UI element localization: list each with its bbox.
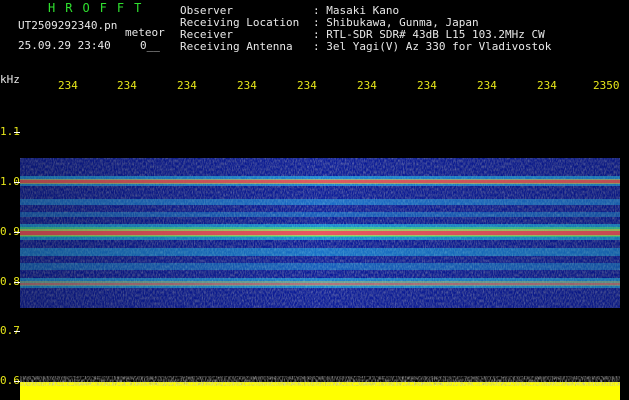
datetime: 25.09.29 23:40 [18,39,111,52]
x-tick-4: 234 [237,79,257,92]
y-unit-label: kHz [0,73,20,86]
meteor-tag: meteor [125,26,165,39]
spectrogram-plot [20,158,620,400]
brand-title: HROFFT [48,1,152,15]
x-tick-6: 234 [357,79,377,92]
file-name: UT2509292340.pn [18,19,118,32]
x-tick-1: 234 [58,79,78,92]
x-tick-3: 234 [177,79,197,92]
bottom-spectrum [20,376,620,400]
x-tick-10: 2350 [593,79,620,92]
x-tick-5: 234 [297,79,317,92]
antenna-label: Receiving Antenna [180,40,293,53]
x-tick-7: 234 [417,79,437,92]
counter: 0__ [140,39,160,52]
x-tick-8: 234 [477,79,497,92]
signal-bands [20,158,620,308]
x-tick-2: 234 [117,79,137,92]
antenna-value: : 3el Yagi(V) Az 330 for Vladivostok [313,40,552,53]
x-tick-9: 234 [537,79,557,92]
